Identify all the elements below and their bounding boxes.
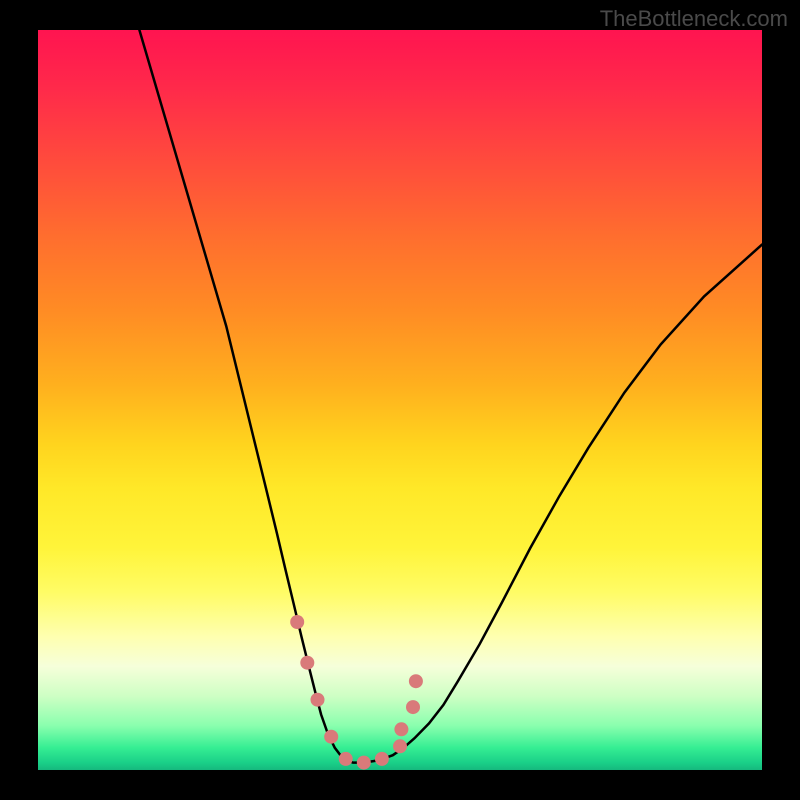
curve-markers [290,615,423,770]
curve-marker [300,656,314,670]
curve-marker [290,615,304,629]
chart-plot-area [38,30,762,770]
curve-marker [324,730,338,744]
curve-marker [409,674,423,688]
curve-marker [339,752,353,766]
bottleneck-curve [139,30,762,763]
watermark-text: TheBottleneck.com [600,6,788,32]
curve-marker [394,722,408,736]
curve-marker [406,700,420,714]
curve-marker [375,752,389,766]
curve-marker [357,756,371,770]
curve-marker [393,739,407,753]
curve-marker [311,693,325,707]
chart-svg [38,30,762,770]
